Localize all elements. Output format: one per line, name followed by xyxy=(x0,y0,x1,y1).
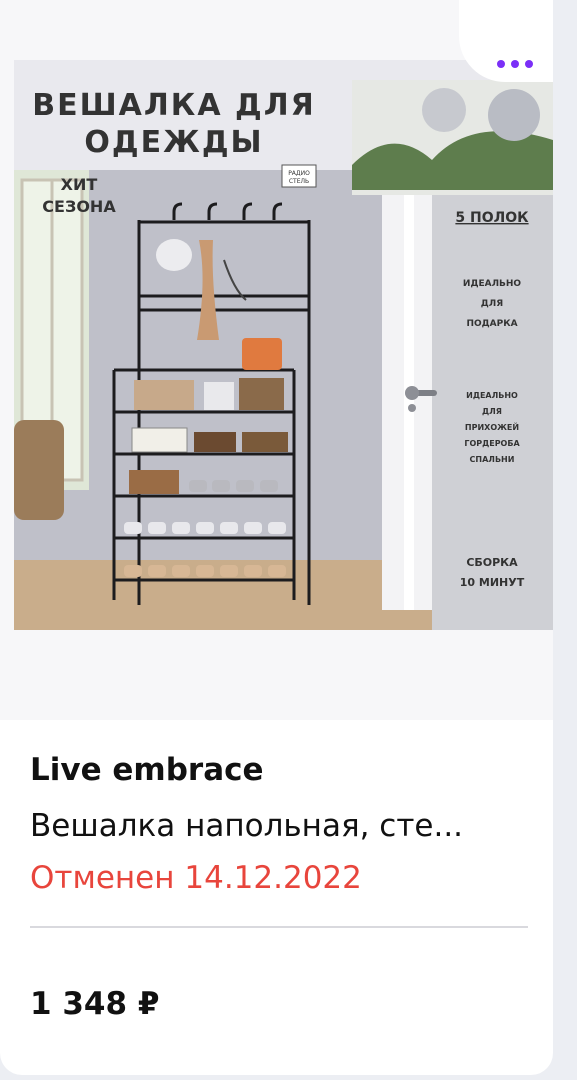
banner-hit-line1: ХИТ xyxy=(61,175,98,194)
order-card[interactable]: ВЕШАЛКА ДЛЯ ОДЕЖДЫ ХИТ СЕЗОНА РАДИО СТЕЛ… xyxy=(0,0,553,1075)
product-title[interactable]: Вешалка напольная, сте... xyxy=(30,808,463,844)
more-horizontal-icon xyxy=(497,60,533,68)
banner-badge-line1: РАДИО xyxy=(288,170,310,177)
product-image[interactable]: ВЕШАЛКА ДЛЯ ОДЕЖДЫ ХИТ СЕЗОНА РАДИО СТЕЛ… xyxy=(0,0,553,720)
banner-gift-line1: ИДЕАЛЬНО xyxy=(463,279,522,289)
banner-assembly-line1: СБОРКА xyxy=(466,556,518,569)
banner-badge-line2: СТЕЛЬ xyxy=(289,178,309,185)
banner-headline-line1: ВЕШАЛКА ДЛЯ xyxy=(32,88,315,123)
banner-rooms-line5: СПАЛЬНИ xyxy=(470,455,515,464)
more-button[interactable] xyxy=(459,0,553,82)
banner-gift-line2: ДЛЯ xyxy=(481,299,503,309)
banner-rooms-line1: ИДЕАЛЬНО xyxy=(466,391,518,400)
banner-rooms-line4: ГОРДЕРОБА xyxy=(464,439,520,448)
banner-rooms-line3: ПРИХОЖЕЙ xyxy=(465,421,519,432)
brand-name: Live embrace xyxy=(30,752,264,788)
divider xyxy=(30,926,528,928)
price: 1 348 ₽ xyxy=(30,986,160,1022)
banner-gift-line3: ПОДАРКА xyxy=(466,319,517,329)
banner-headline-line2: ОДЕЖДЫ xyxy=(84,125,263,160)
banner-shelves: 5 ПОЛОК xyxy=(455,210,529,226)
banner-assembly-line2: 10 МИНУТ xyxy=(460,576,525,589)
product-banner: ВЕШАЛКА ДЛЯ ОДЕЖДЫ ХИТ СЕЗОНА РАДИО СТЕЛ… xyxy=(14,60,553,630)
banner-hit-line2: СЕЗОНА xyxy=(42,197,116,216)
order-status: Отменен 14.12.2022 xyxy=(30,860,362,896)
banner-rooms-line2: ДЛЯ xyxy=(482,407,502,416)
